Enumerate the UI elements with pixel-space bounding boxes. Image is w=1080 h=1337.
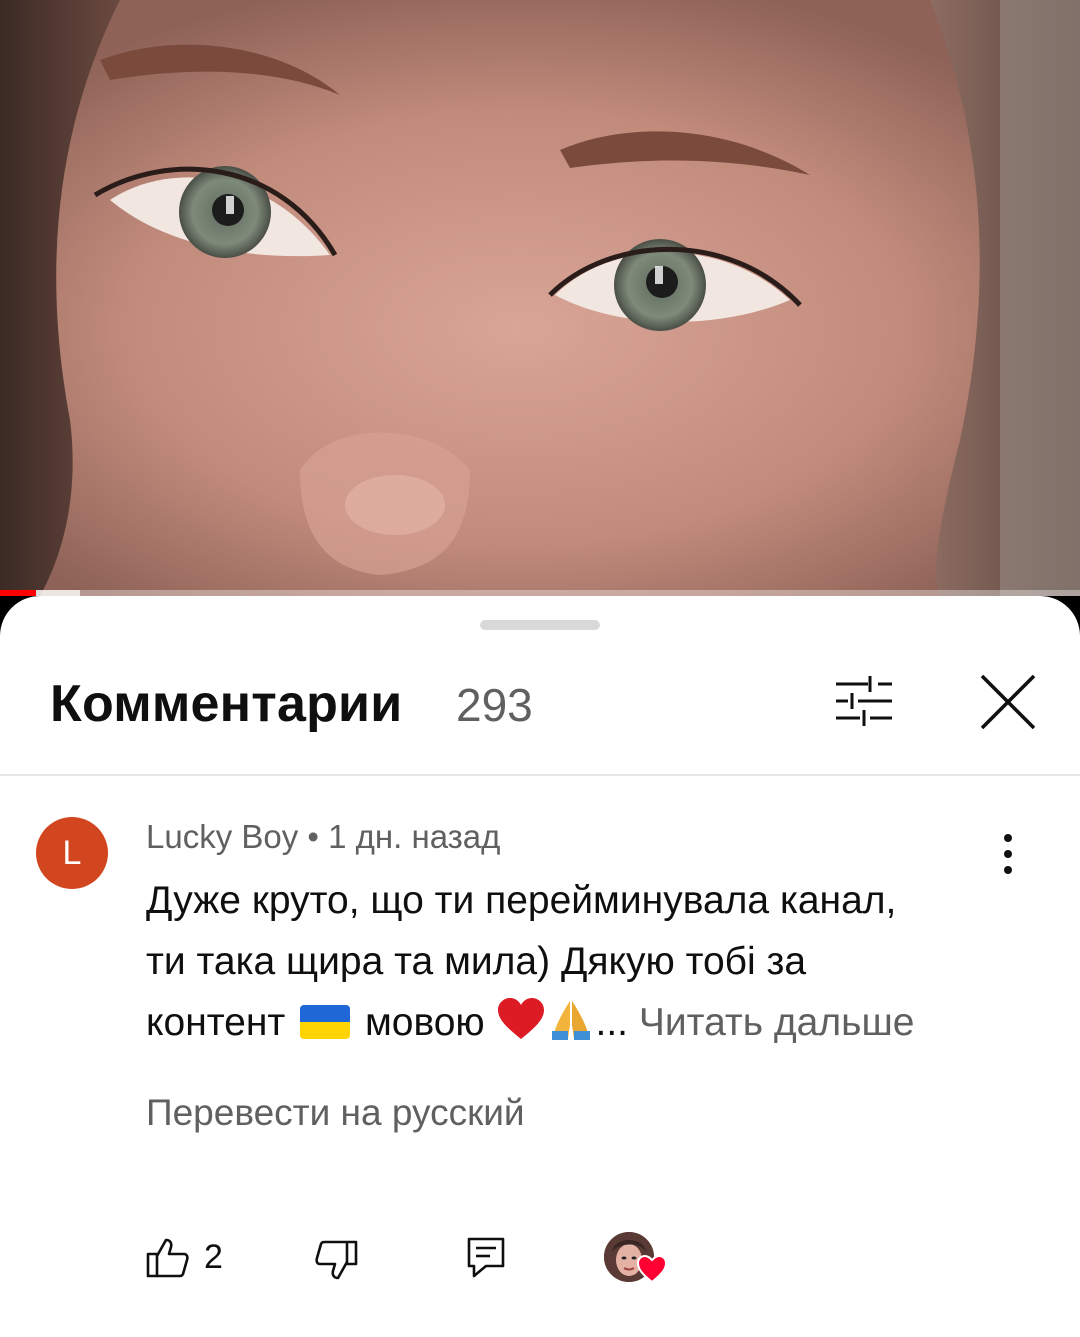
like-count: 2 <box>204 1238 223 1276</box>
avatar[interactable]: L <box>36 817 108 889</box>
comment-text-fragment: контент <box>146 1001 286 1044</box>
comment-text-fragment: мовою <box>364 1001 485 1044</box>
thumbs-up-icon[interactable] <box>146 1236 190 1280</box>
comments-title: Комментарии <box>50 675 403 733</box>
comments-sheet: Комментарии 293 L Lucky Boy • 1 дн. наза… <box>0 596 1080 1337</box>
comment-text[interactable]: Дуже круто, що ти перейминувала канал, т… <box>146 870 1026 1053</box>
video-frame <box>0 0 1080 596</box>
red-heart-icon <box>497 998 544 1039</box>
sort-filter-icon[interactable] <box>834 674 894 728</box>
comment-text-line: Дуже круто, що ти перейминувала канал, <box>146 879 897 922</box>
comment-ellipsis: ... <box>595 1001 629 1044</box>
comment-text-line: контент мовою ... Читать дальше <box>146 992 1026 1053</box>
creator-heart-icon <box>636 1254 668 1284</box>
comment-text-line: ти така щира та мила) Дякую тобі за <box>146 940 807 983</box>
comments-count: 293 <box>456 679 533 731</box>
folded-hands-icon <box>551 1001 590 1040</box>
comment-author-time: Lucky Boy • 1 дн. назад <box>146 818 501 855</box>
read-more-link[interactable]: Читать дальше <box>639 1001 915 1044</box>
header-divider <box>0 774 1080 776</box>
creator-heart <box>604 1232 668 1286</box>
translate-link[interactable]: Перевести на русский <box>146 1092 525 1134</box>
thumbs-down-icon[interactable] <box>314 1238 358 1282</box>
screen: Комментарии 293 L Lucky Boy • 1 дн. наза… <box>0 0 1080 1337</box>
video-player[interactable] <box>0 0 1080 596</box>
reply-icon[interactable] <box>466 1236 506 1278</box>
sheet-drag-handle[interactable] <box>480 620 600 630</box>
close-icon[interactable] <box>978 672 1038 732</box>
ukraine-flag-icon <box>300 1005 351 1039</box>
